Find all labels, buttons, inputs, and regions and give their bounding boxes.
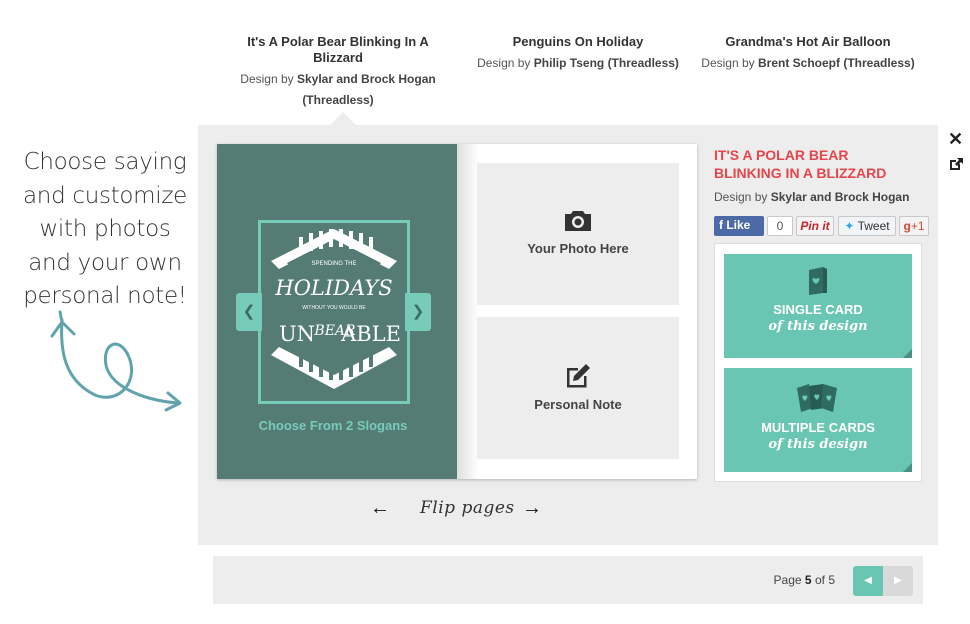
design-title[interactable]: Penguins On Holiday <box>470 34 686 50</box>
chevron-left-icon: ❮ <box>242 303 256 320</box>
design-item-hot-air-balloon[interactable]: Grandma's Hot Air Balloon Design by Bren… <box>694 34 922 74</box>
flip-pages-label: Flip pages <box>420 498 515 518</box>
detail-by-prefix: Design by <box>714 190 768 204</box>
artwork-line4: UN <box>279 322 315 346</box>
pinterest-button[interactable]: Pin it <box>796 216 834 236</box>
card-book: SPENDING THE HOLIDAYS WITHOUT YOU WOULD … <box>217 144 697 479</box>
gplus-label: +1 <box>910 219 925 233</box>
design-credit: Design by Philip Tseng (Threadless) <box>470 53 686 74</box>
curly-arrow-icon <box>50 310 182 412</box>
tweet-label: Tweet <box>857 219 890 233</box>
design-title[interactable]: Grandma's Hot Air Balloon <box>694 34 922 50</box>
detail-designer-name: Skylar and Brock Hogan <box>770 190 910 204</box>
google-plus-icon: g <box>903 219 911 233</box>
facebook-like-button[interactable]: f Like <box>714 216 764 236</box>
next-page-button[interactable]: ▶ <box>883 566 913 596</box>
multiple-cards-sublabel: of this design <box>768 437 868 452</box>
multiple-cards-label: MULTIPLE CARDS <box>761 420 875 435</box>
tweet-button[interactable]: ✦ Tweet <box>838 216 896 236</box>
designer-name: Skylar and Brock Hogan (Threadless) <box>297 72 436 107</box>
design-detail-title: IT'S A POLAR BEAR BLINKING IN A BLIZZARD <box>714 147 887 181</box>
close-icon[interactable]: ✕ <box>948 129 963 150</box>
designer-name: Philip Tseng (Threadless) <box>533 56 679 70</box>
artwork-line2: HOLIDAYS <box>274 276 392 300</box>
card-designer-page: It's A Polar Bear Blinking In A Blizzard… <box>0 0 970 624</box>
selection-caret <box>330 112 356 125</box>
facebook-icon: f <box>719 218 723 232</box>
like-label: Like <box>726 218 751 232</box>
design-credit: Design by Skylar and Brock Hogan (Thread… <box>232 69 444 111</box>
google-plus-button[interactable]: g+1 <box>899 216 929 236</box>
handwritten-note: Choose saying and customize with photos … <box>23 149 187 309</box>
photo-slot-label: Your Photo Here <box>527 241 629 256</box>
slogan-prev-button[interactable]: ❮ <box>236 293 262 331</box>
design-title[interactable]: It's A Polar Bear Blinking In A Blizzard <box>232 34 444 66</box>
designer-name: Brent Schoepf (Threadless) <box>758 56 915 70</box>
single-card-label: SINGLE CARD <box>773 302 863 317</box>
single-card-icon <box>809 267 827 295</box>
card-inside: Your Photo Here Personal Note <box>457 144 697 479</box>
single-card-button[interactable]: SINGLE CARD of this design <box>724 254 912 358</box>
artwork-line3: WITHOUT YOU WOULD BE <box>302 305 366 311</box>
multiple-cards-icon <box>797 384 837 412</box>
page-indicator: Page 5 of 5 <box>774 573 835 587</box>
triangle-right-icon: ▶ <box>894 575 902 586</box>
photo-upload-slot[interactable]: Your Photo Here <box>477 163 679 305</box>
arrow-right-icon: → <box>522 497 542 519</box>
slogan-artwork: SPENDING THE HOLIDAYS WITHOUT YOU WOULD … <box>271 229 401 389</box>
purchase-options: SINGLE CARD of this design MULTIPLE CARD… <box>714 243 922 482</box>
page-of: of <box>814 573 825 587</box>
design-item-penguins[interactable]: Penguins On Holiday Design by Philip Tse… <box>470 34 686 74</box>
chevron-right-icon: ❯ <box>411 303 425 320</box>
page-fold <box>903 463 912 472</box>
triangle-left-icon: ◀ <box>864 575 872 586</box>
flip-next-button[interactable]: → <box>522 497 542 525</box>
like-count: 0 <box>767 216 793 236</box>
design-credit: Design by Brent Schoepf (Threadless) <box>694 53 922 74</box>
multiple-cards-button[interactable]: MULTIPLE CARDS of this design <box>724 368 912 472</box>
note-slot-label: Personal Note <box>534 397 622 412</box>
card-artwork: SPENDING THE HOLIDAYS WITHOUT YOU WOULD … <box>258 220 410 404</box>
flip-prev-button[interactable]: ← <box>370 497 390 525</box>
personal-note-slot[interactable]: Personal Note <box>477 317 679 459</box>
twitter-icon: ✦ <box>844 219 855 233</box>
camera-icon <box>565 211 591 231</box>
pagination-bar: Page 5 of 5 ◀ ▶ <box>213 556 923 604</box>
total-pages: 5 <box>828 573 835 587</box>
card-cover: SPENDING THE HOLIDAYS WITHOUT YOU WOULD … <box>217 144 457 479</box>
page-prefix: Page <box>773 573 802 587</box>
arrow-left-icon: ← <box>370 497 390 519</box>
design-by-prefix: Design by <box>477 56 531 70</box>
slogan-next-button[interactable]: ❯ <box>405 293 431 331</box>
artwork-line6: ABLE <box>340 322 401 346</box>
previous-page-button[interactable]: ◀ <box>853 566 883 596</box>
current-page: 5 <box>804 573 812 587</box>
choose-slogans-link[interactable]: Choose From 2 Slogans <box>217 418 449 433</box>
page-fold <box>903 349 912 358</box>
single-card-sublabel: of this design <box>768 319 868 334</box>
design-item-polar-bear[interactable]: It's A Polar Bear Blinking In A Blizzard… <box>232 34 444 111</box>
design-by-prefix: Design by <box>701 56 755 70</box>
edit-icon <box>567 364 590 388</box>
design-by-prefix: Design by <box>240 72 294 86</box>
external-link-icon[interactable] <box>948 156 964 172</box>
artwork-line1: SPENDING THE <box>312 261 357 267</box>
design-detail-credit: Design by Skylar and Brock Hogan <box>714 190 909 204</box>
